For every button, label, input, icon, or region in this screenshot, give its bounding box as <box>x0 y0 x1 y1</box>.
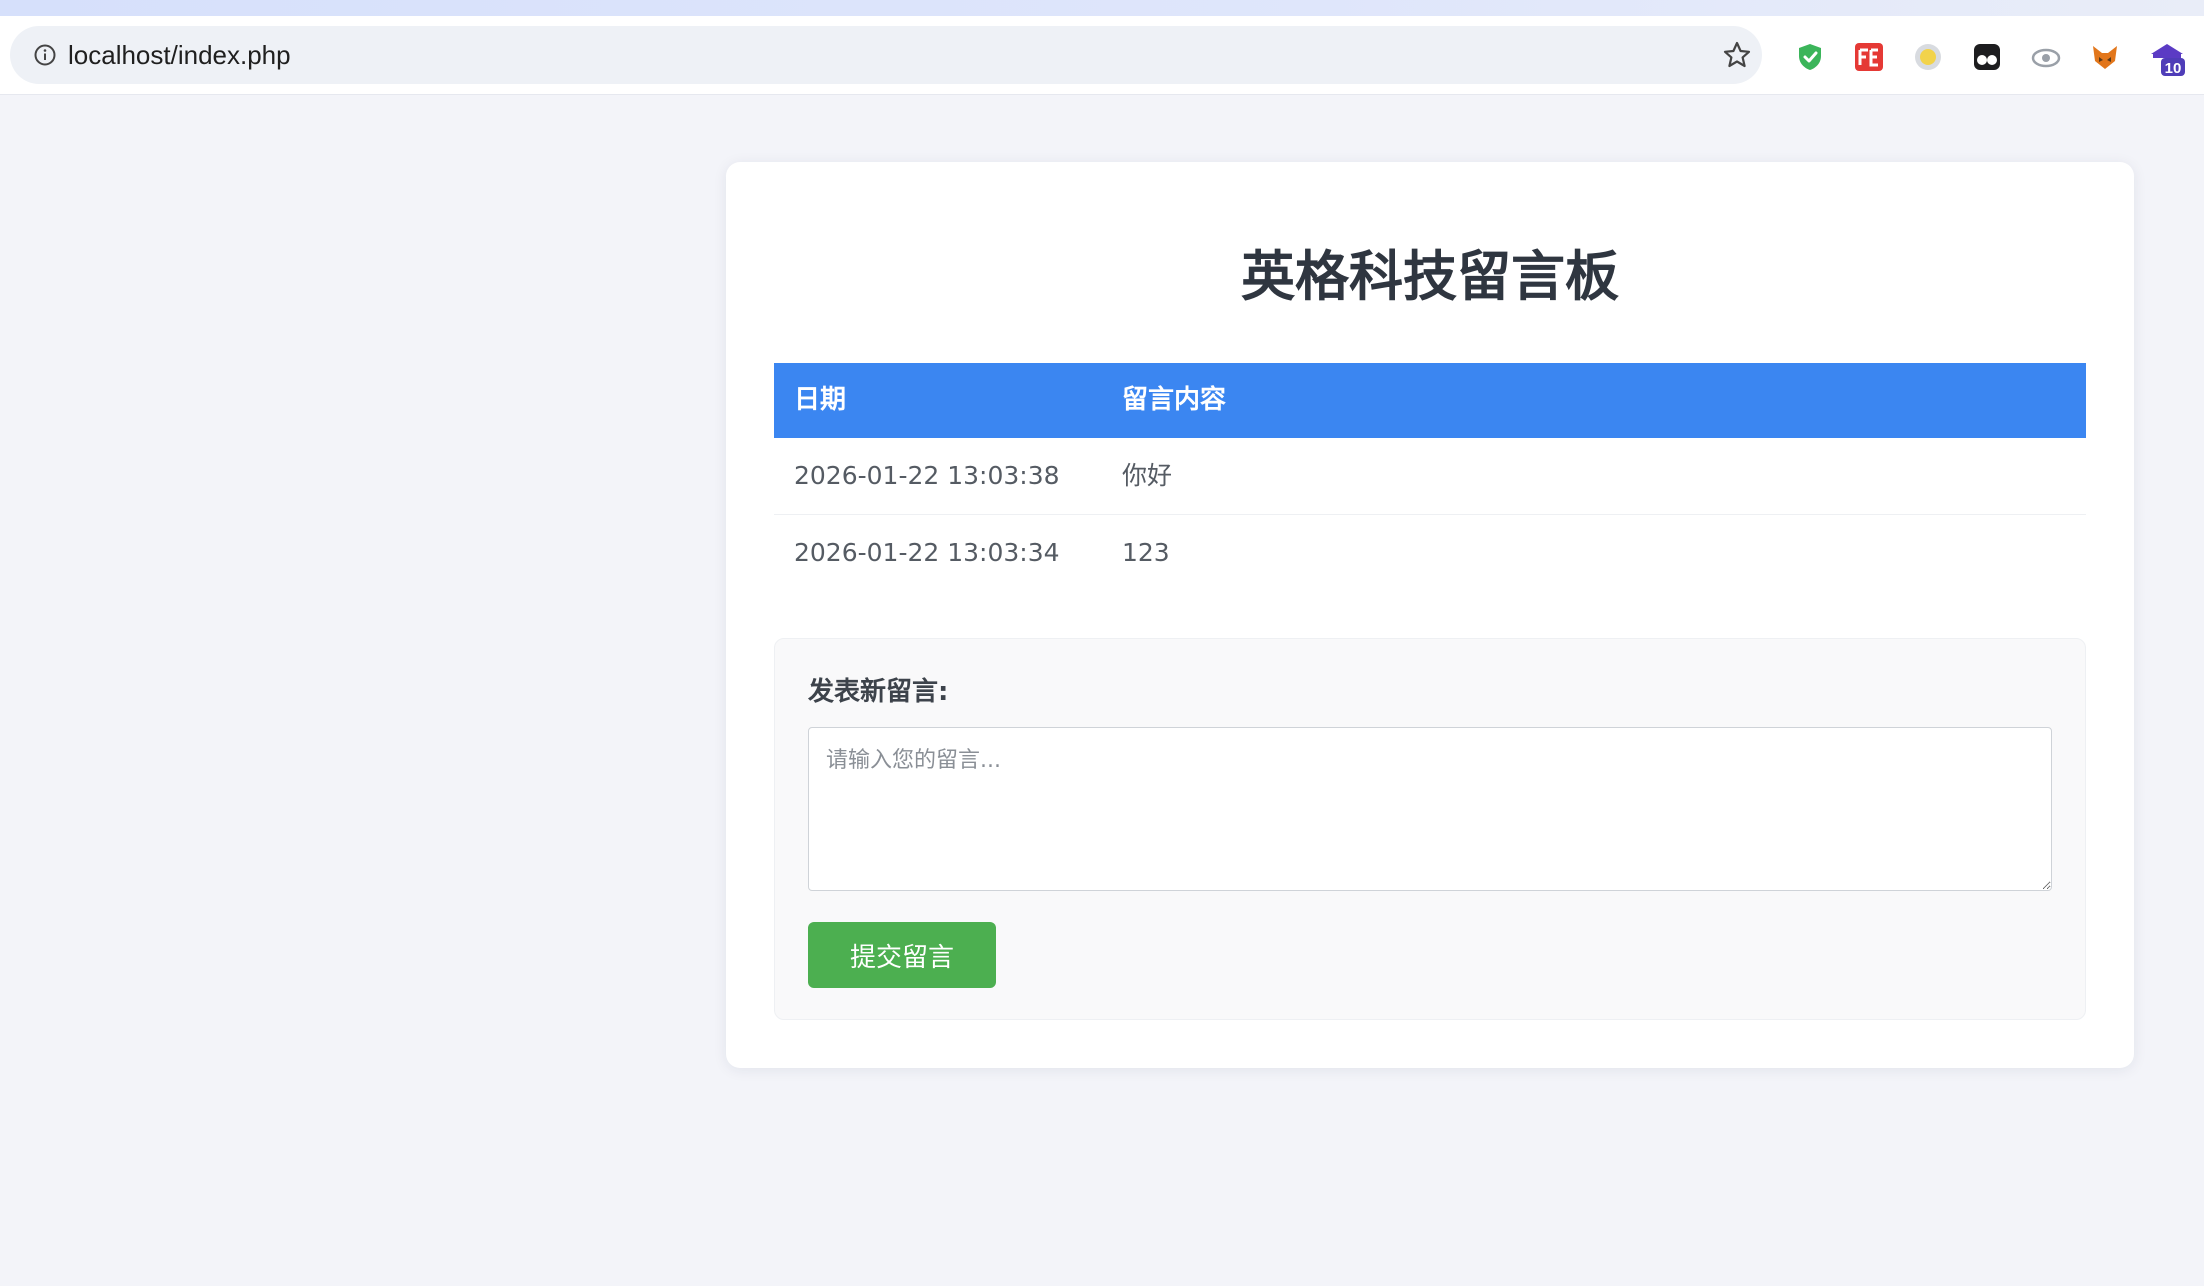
table-header: 日期 留言内容 <box>774 363 2086 438</box>
shield-extension-icon[interactable] <box>1794 41 1826 73</box>
tab-strip <box>0 0 2204 16</box>
column-header-date: 日期 <box>794 385 847 415</box>
badge-extension-icon[interactable]: 10 <box>2147 38 2187 78</box>
message-content: 你好 <box>1122 461 1173 490</box>
extension-badge-count: 10 <box>2165 60 2182 77</box>
circle-extension-icon[interactable] <box>1912 41 1944 73</box>
bookmark-star-icon[interactable] <box>1722 40 1752 70</box>
address-bar[interactable]: localhost/index.php <box>10 26 1762 84</box>
url-text[interactable]: localhost/index.php <box>68 38 291 72</box>
column-header-content: 留言内容 <box>1122 385 1227 415</box>
fox-extension-icon[interactable] <box>2089 41 2121 73</box>
browser-toolbar: localhost/index.php 10 <box>0 16 2204 95</box>
submit-button[interactable]: 提交留言 <box>808 922 996 988</box>
form-label: 发表新留言: <box>808 677 949 707</box>
eye-extension-icon[interactable] <box>2030 41 2062 73</box>
fe-helper-extension-icon[interactable] <box>1853 41 1885 73</box>
new-message-form: 发表新留言: 提交留言 <box>774 638 2086 1020</box>
table-row: 2026-01-22 13:03:38 你好 <box>774 438 2086 515</box>
page-title: 英格科技留言板 <box>1241 245 1619 308</box>
guestbook-card: 英格科技留言板 日期 留言内容 2026-01-22 13:03:38 你好 2… <box>726 162 2134 1068</box>
table-row: 2026-01-22 13:03:34 123 <box>774 515 2086 591</box>
messages-table: 日期 留言内容 2026-01-22 13:03:38 你好 2026-01-2… <box>774 363 2086 591</box>
message-date: 2026-01-22 13:03:38 <box>794 461 1060 490</box>
message-date: 2026-01-22 13:03:34 <box>794 538 1060 567</box>
message-content: 123 <box>1122 538 1170 567</box>
info-icon[interactable] <box>34 44 56 66</box>
mask-extension-icon[interactable] <box>1971 41 2003 73</box>
message-input[interactable] <box>808 727 2052 891</box>
